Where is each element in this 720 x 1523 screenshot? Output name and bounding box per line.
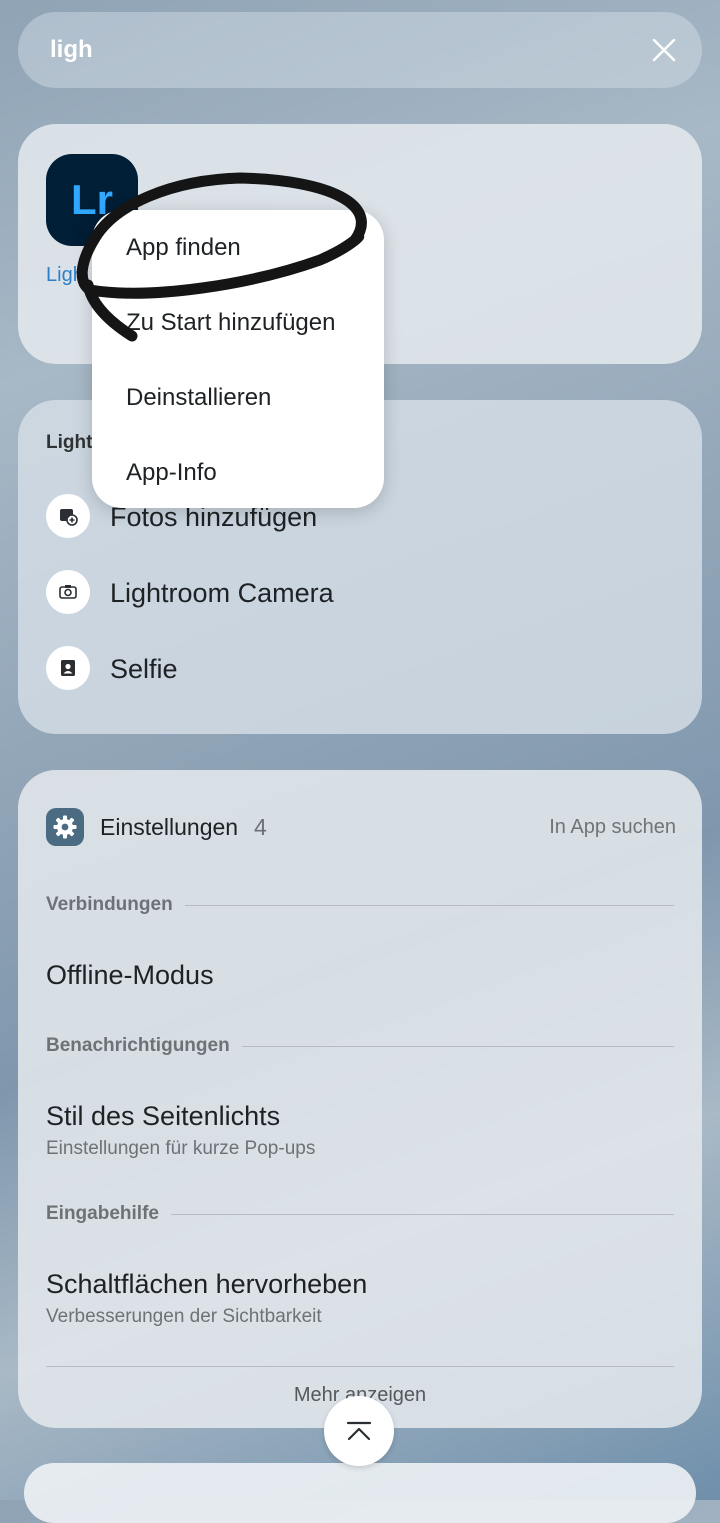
section-label: Benachrichtigungen <box>46 1035 230 1056</box>
setting-result-edge-lighting[interactable]: Stil des Seitenlichts <box>46 1101 280 1132</box>
setting-result-subtitle: Verbesserungen der Sichtbarkeit <box>46 1306 322 1327</box>
shortcut-label: Selfie <box>110 654 178 684</box>
menu-item-add-to-home[interactable]: Zu Start hinzufügen <box>126 309 335 337</box>
next-result-card <box>24 1463 696 1523</box>
portrait-icon <box>46 646 90 690</box>
shortcut-lightroom-camera[interactable]: Lightroom Camera <box>46 570 646 616</box>
app-context-menu: App finden Zu Start hinzufügen Deinstall… <box>92 210 384 508</box>
gear-icon <box>46 808 84 846</box>
settings-results-card: Einstellungen 4 In App suchen Verbindung… <box>18 770 702 1428</box>
section-header: Benachrichtigungen <box>46 1034 674 1058</box>
app-label[interactable]: Lightroom <box>46 264 86 287</box>
menu-item-app-info[interactable]: App-Info <box>126 459 217 487</box>
setting-result-offline-mode[interactable]: Offline-Modus <box>46 960 214 991</box>
scroll-to-top-button[interactable] <box>324 1396 394 1466</box>
setting-result-subtitle: Einstellungen für kurze Pop-ups <box>46 1138 316 1159</box>
section-label: Eingabehilfe <box>46 1203 159 1224</box>
chevron-up-icon <box>346 1421 372 1441</box>
settings-title: Einstellungen <box>100 814 239 840</box>
shortcut-label: Lightroom Camera <box>110 578 334 608</box>
close-icon[interactable] <box>650 36 678 64</box>
section-header: Eingabehilfe <box>46 1202 674 1226</box>
section-divider <box>170 1213 674 1215</box>
footer-divider <box>46 1366 674 1367</box>
shortcuts-title: Lightroom <box>46 432 96 453</box>
search-bar[interactable]: ligh <box>18 12 702 88</box>
search-input[interactable]: ligh <box>50 36 93 64</box>
menu-item-uninstall[interactable]: Deinstallieren <box>126 384 271 412</box>
section-header: Verbindungen <box>46 893 674 917</box>
section-divider <box>184 904 674 906</box>
add-photo-icon <box>46 494 90 538</box>
camera-icon <box>46 570 90 614</box>
settings-count: 4 <box>254 814 267 840</box>
shortcut-selfie[interactable]: Selfie <box>46 646 646 692</box>
setting-result-highlight-buttons[interactable]: Schaltflächen hervorheben <box>46 1269 367 1300</box>
settings-header: Einstellungen 4 In App suchen <box>46 806 676 846</box>
in-app-search-link[interactable]: In App suchen <box>549 816 676 839</box>
menu-item-find-app[interactable]: App finden <box>126 234 241 262</box>
section-divider <box>241 1045 674 1047</box>
section-label: Verbindungen <box>46 894 173 915</box>
